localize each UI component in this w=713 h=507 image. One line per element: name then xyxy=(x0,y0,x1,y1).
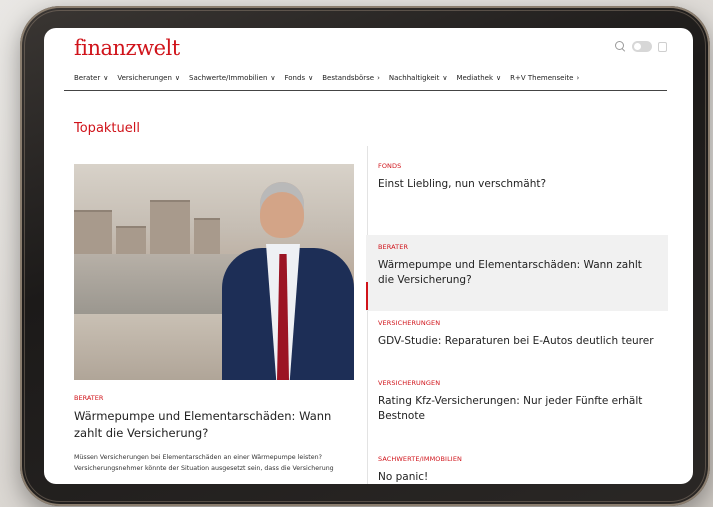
article-title: Wärmepumpe und Elementarschäden: Wann za… xyxy=(378,259,642,286)
search-icon[interactable] xyxy=(615,41,626,52)
nav-item-fonds[interactable]: Fonds ∨ xyxy=(285,74,314,82)
photo-person xyxy=(222,182,354,380)
hero-category[interactable]: BERATER xyxy=(74,394,103,402)
article-category: FONDS xyxy=(378,162,402,170)
site-logo[interactable]: finanzwelt xyxy=(74,36,180,60)
list-item[interactable]: FONDS Einst Liebling, nun verschmäht? xyxy=(366,154,668,235)
chevron-down-icon: ∨ xyxy=(270,74,276,82)
nav-item-label: Sachwerte/Immobilien xyxy=(189,74,268,82)
header-tools xyxy=(615,41,667,52)
article-title: Rating Kfz-Versicherungen: Nur jeder Fün… xyxy=(378,395,643,422)
theme-toggle[interactable] xyxy=(632,41,652,52)
hero-title-link[interactable]: Wärmepumpe und Elementarschäden: Wann za… xyxy=(74,408,354,442)
chevron-down-icon: ∨ xyxy=(174,74,181,82)
chevron-right-icon: › xyxy=(377,74,380,82)
article-category: VERSICHERUNGEN xyxy=(378,379,441,387)
main-navigation: Berater ∨ Versicherungen ∨ Sachwerte/Imm… xyxy=(74,69,667,87)
chevron-down-icon: ∨ xyxy=(103,74,109,82)
list-item-active[interactable]: BERATER Wärmepumpe und Elementarschäden:… xyxy=(366,235,668,311)
chevron-down-icon: ∨ xyxy=(308,74,314,82)
nav-item-rv-themenseite[interactable]: R+V Themenseite › xyxy=(510,74,579,82)
chevron-down-icon: ∨ xyxy=(496,74,502,82)
section-title: Topaktuell xyxy=(74,121,140,136)
article-title: Einst Liebling, nun verschmäht? xyxy=(378,178,547,190)
nav-item-sachwerte[interactable]: Sachwerte/Immobilien ∨ xyxy=(189,74,275,82)
chevron-down-icon: ∨ xyxy=(442,74,448,82)
list-item[interactable]: VERSICHERUNGEN GDV-Studie: Reparaturen b… xyxy=(366,311,668,371)
article-category: VERSICHERUNGEN xyxy=(378,319,441,327)
nav-item-mediathek[interactable]: Mediathek ∨ xyxy=(456,74,501,82)
menu-icon[interactable] xyxy=(658,41,667,52)
hero-image[interactable] xyxy=(74,164,354,380)
side-article-list: FONDS Einst Liebling, nun verschmäht? BE… xyxy=(366,154,668,484)
article-category: SACHWERTE/IMMOBILIEN xyxy=(378,455,462,463)
nav-item-label: R+V Themenseite xyxy=(510,74,574,82)
nav-item-label: Fonds xyxy=(284,74,306,82)
list-item[interactable]: VERSICHERUNGEN Rating Kfz-Versicherungen… xyxy=(366,371,668,447)
nav-item-label: Bestandsbörse xyxy=(322,74,375,82)
list-item[interactable]: SACHWERTE/IMMOBILIEN No panic! xyxy=(366,447,668,484)
chevron-right-icon: › xyxy=(576,74,580,82)
hero-teaser: Müssen Versicherungen bei Elementarschäd… xyxy=(74,454,334,472)
tablet-screen: finanzwelt Berater ∨ Versicherungen ∨ Sa… xyxy=(44,28,693,484)
article-category: BERATER xyxy=(378,243,409,251)
nav-item-label: Nachhaltigkeit xyxy=(388,74,440,82)
nav-item-nachhaltigkeit[interactable]: Nachhaltigkeit ∨ xyxy=(389,74,448,82)
article-title: No panic! xyxy=(378,471,429,483)
nav-item-bestandsboerse[interactable]: Bestandsbörse › xyxy=(322,74,380,82)
photo-head xyxy=(260,182,304,238)
nav-item-versicherungen[interactable]: Versicherungen ∨ xyxy=(117,74,180,82)
nav-item-label: Berater xyxy=(74,74,101,82)
nav-item-label: Mediathek xyxy=(456,74,494,82)
nav-item-label: Versicherungen xyxy=(117,74,172,82)
nav-item-berater[interactable]: Berater ∨ xyxy=(74,74,108,82)
nav-divider xyxy=(64,90,667,91)
article-title: GDV-Studie: Reparaturen bei E-Autos deut… xyxy=(378,335,654,347)
